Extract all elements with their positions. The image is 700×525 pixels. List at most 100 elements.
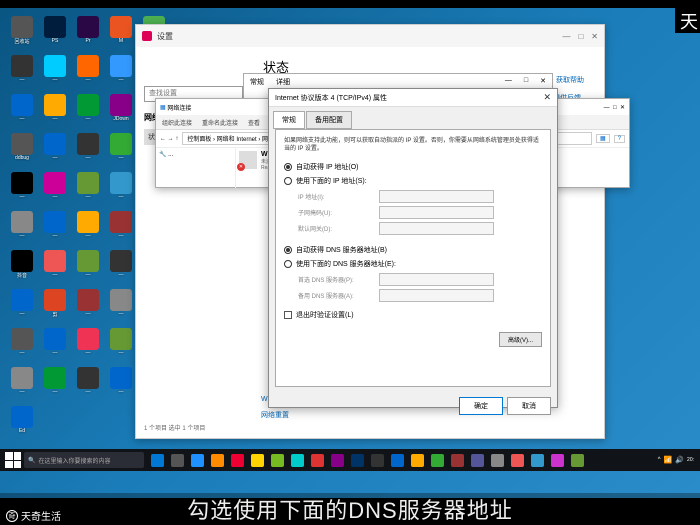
ok-button[interactable]: 确定 — [459, 397, 503, 415]
desktop-icon[interactable]: — — [41, 133, 69, 165]
desktop-icon[interactable]: — — [107, 55, 135, 87]
maximize-icon[interactable]: □ — [524, 77, 528, 87]
desktop-icon[interactable]: PS — [41, 16, 69, 48]
taskbar-app-icon[interactable] — [288, 452, 306, 468]
desktop-icon[interactable]: 抖音 — [8, 250, 36, 282]
taskbar-app-icon[interactable] — [328, 452, 346, 468]
advanced-button[interactable]: 高级(V)... — [499, 332, 542, 347]
taskbar-app-icon[interactable] — [528, 452, 546, 468]
taskbar-app-icon[interactable] — [188, 452, 206, 468]
taskbar-app-icon[interactable] — [448, 452, 466, 468]
desktop-icon[interactable]: — — [41, 250, 69, 282]
desktop-icon[interactable]: JDown — [107, 94, 135, 126]
settings-titlebar[interactable]: 设置 — □ ✕ — [136, 25, 604, 47]
desktop-icon[interactable]: — — [107, 367, 135, 399]
radio-auto-ip[interactable]: 自动获得 IP 地址(O) — [284, 162, 542, 172]
close-icon[interactable]: ✕ — [540, 77, 546, 87]
volume-tray-icon[interactable]: 🔊 — [675, 456, 684, 464]
taskbar-app-icon[interactable] — [308, 452, 326, 468]
taskbar-app-icon[interactable] — [548, 452, 566, 468]
desktop-icon[interactable]: — — [74, 133, 102, 165]
maximize-icon[interactable]: □ — [578, 32, 583, 41]
desktop-icon[interactable]: — — [8, 289, 36, 321]
desktop-icon[interactable]: 回收站 — [8, 16, 36, 48]
ribbon-item[interactable]: 组织此连接 — [162, 118, 192, 127]
desktop-icon[interactable]: — — [41, 367, 69, 399]
view-icon[interactable]: ▦ — [596, 134, 610, 143]
chevron-up-icon[interactable]: ^ — [658, 457, 661, 463]
tab-general[interactable]: 常规 — [273, 111, 305, 129]
close-icon[interactable]: ✕ — [543, 92, 551, 103]
ribbon-item[interactable]: 重命名此连接 — [202, 118, 238, 127]
desktop-icon[interactable]: — — [107, 328, 135, 360]
desktop-icon[interactable]: — — [107, 133, 135, 165]
desktop-icon[interactable]: Ed — [8, 406, 36, 438]
desktop-icon[interactable]: — — [8, 211, 36, 243]
wifi-tray-icon[interactable]: 📶 — [664, 456, 673, 464]
taskbar-app-icon[interactable] — [368, 452, 386, 468]
sidebar-item[interactable]: 🔧 ... — [159, 151, 232, 158]
taskbar-app-icon[interactable] — [208, 452, 226, 468]
desktop-icon[interactable]: — — [8, 172, 36, 204]
taskbar-app-icon[interactable] — [468, 452, 486, 468]
checkbox-validate[interactable]: 退出时验证设置(L) — [284, 310, 542, 320]
tab-detail[interactable]: 详细 — [276, 77, 290, 87]
taskbar-app-icon[interactable] — [168, 452, 186, 468]
desktop-icon[interactable]: — — [74, 250, 102, 282]
desktop-icon[interactable]: — — [74, 211, 102, 243]
taskbar-app-icon[interactable] — [568, 452, 586, 468]
cancel-button[interactable]: 取消 — [507, 397, 551, 415]
start-button[interactable] — [5, 452, 21, 468]
radio-use-ip[interactable]: 使用下面的 IP 地址(S): — [284, 176, 542, 186]
desktop-icon[interactable]: — — [107, 211, 135, 243]
taskbar-app-icon[interactable] — [408, 452, 426, 468]
taskbar-app-icon[interactable] — [228, 452, 246, 468]
desktop-icon[interactable]: — — [107, 289, 135, 321]
desktop-icon[interactable]: — — [41, 55, 69, 87]
taskbar-app-icon[interactable] — [508, 452, 526, 468]
desktop-icon[interactable]: — — [74, 55, 102, 87]
clock[interactable]: 20: — [687, 458, 694, 463]
taskbar-app-icon[interactable] — [488, 452, 506, 468]
tab-general[interactable]: 常规 — [250, 77, 264, 87]
radio-auto-dns[interactable]: 自动获得 DNS 服务器地址(B) — [284, 245, 542, 255]
desktop-icon[interactable]: — — [8, 55, 36, 87]
desktop-icon[interactable]: — — [74, 367, 102, 399]
desktop-icon[interactable]: — — [41, 211, 69, 243]
desktop-icon[interactable]: — — [8, 328, 36, 360]
desktop-icon[interactable]: ddbug — [8, 133, 36, 165]
desktop-icon[interactable]: — — [107, 172, 135, 204]
ribbon-item[interactable]: 查看 — [248, 118, 260, 127]
taskbar-app-icon[interactable] — [148, 452, 166, 468]
desktop-icon[interactable]: — — [74, 94, 102, 126]
taskbar-search[interactable]: 🔍在这里输入你要搜索的内容 — [24, 452, 144, 468]
desktop-icon[interactable]: — — [74, 289, 102, 321]
tab-alternate[interactable]: 备用配置 — [306, 111, 352, 129]
nav-arrows[interactable]: ← → ↑ — [160, 136, 178, 142]
system-tray[interactable]: ^ 📶 🔊 20: — [658, 456, 698, 464]
desktop-icon[interactable]: — — [41, 328, 69, 360]
minimize-icon[interactable]: — — [562, 32, 570, 41]
desktop-icon[interactable]: M — [107, 16, 135, 48]
taskbar-app-icon[interactable] — [388, 452, 406, 468]
watermark-logo-icon: 奇 — [6, 510, 18, 522]
desktop-icon[interactable]: 剪 — [41, 289, 69, 321]
desktop-icon[interactable]: Pr — [74, 16, 102, 48]
taskbar-app-icon[interactable] — [268, 452, 286, 468]
dialog-titlebar[interactable]: Internet 协议版本 4 (TCP/IPv4) 属性 ✕ — [269, 89, 557, 107]
desktop-icon[interactable]: — — [41, 94, 69, 126]
minimize-icon[interactable]: — — [505, 77, 512, 87]
taskbar-app-icon[interactable] — [428, 452, 446, 468]
desktop-icon[interactable]: — — [8, 367, 36, 399]
taskbar-app-icon[interactable] — [348, 452, 366, 468]
desktop-icon[interactable]: — — [8, 94, 36, 126]
desktop-icon[interactable]: — — [107, 250, 135, 282]
ip-address-input — [379, 190, 494, 203]
help-icon[interactable]: ? — [614, 135, 625, 143]
desktop-icon[interactable]: — — [41, 172, 69, 204]
radio-use-dns[interactable]: 使用下面的 DNS 服务器地址(E): — [284, 259, 542, 269]
taskbar-app-icon[interactable] — [248, 452, 266, 468]
desktop-icon[interactable]: — — [74, 328, 102, 360]
desktop-icon[interactable]: — — [74, 172, 102, 204]
close-icon[interactable]: ✕ — [591, 32, 598, 41]
